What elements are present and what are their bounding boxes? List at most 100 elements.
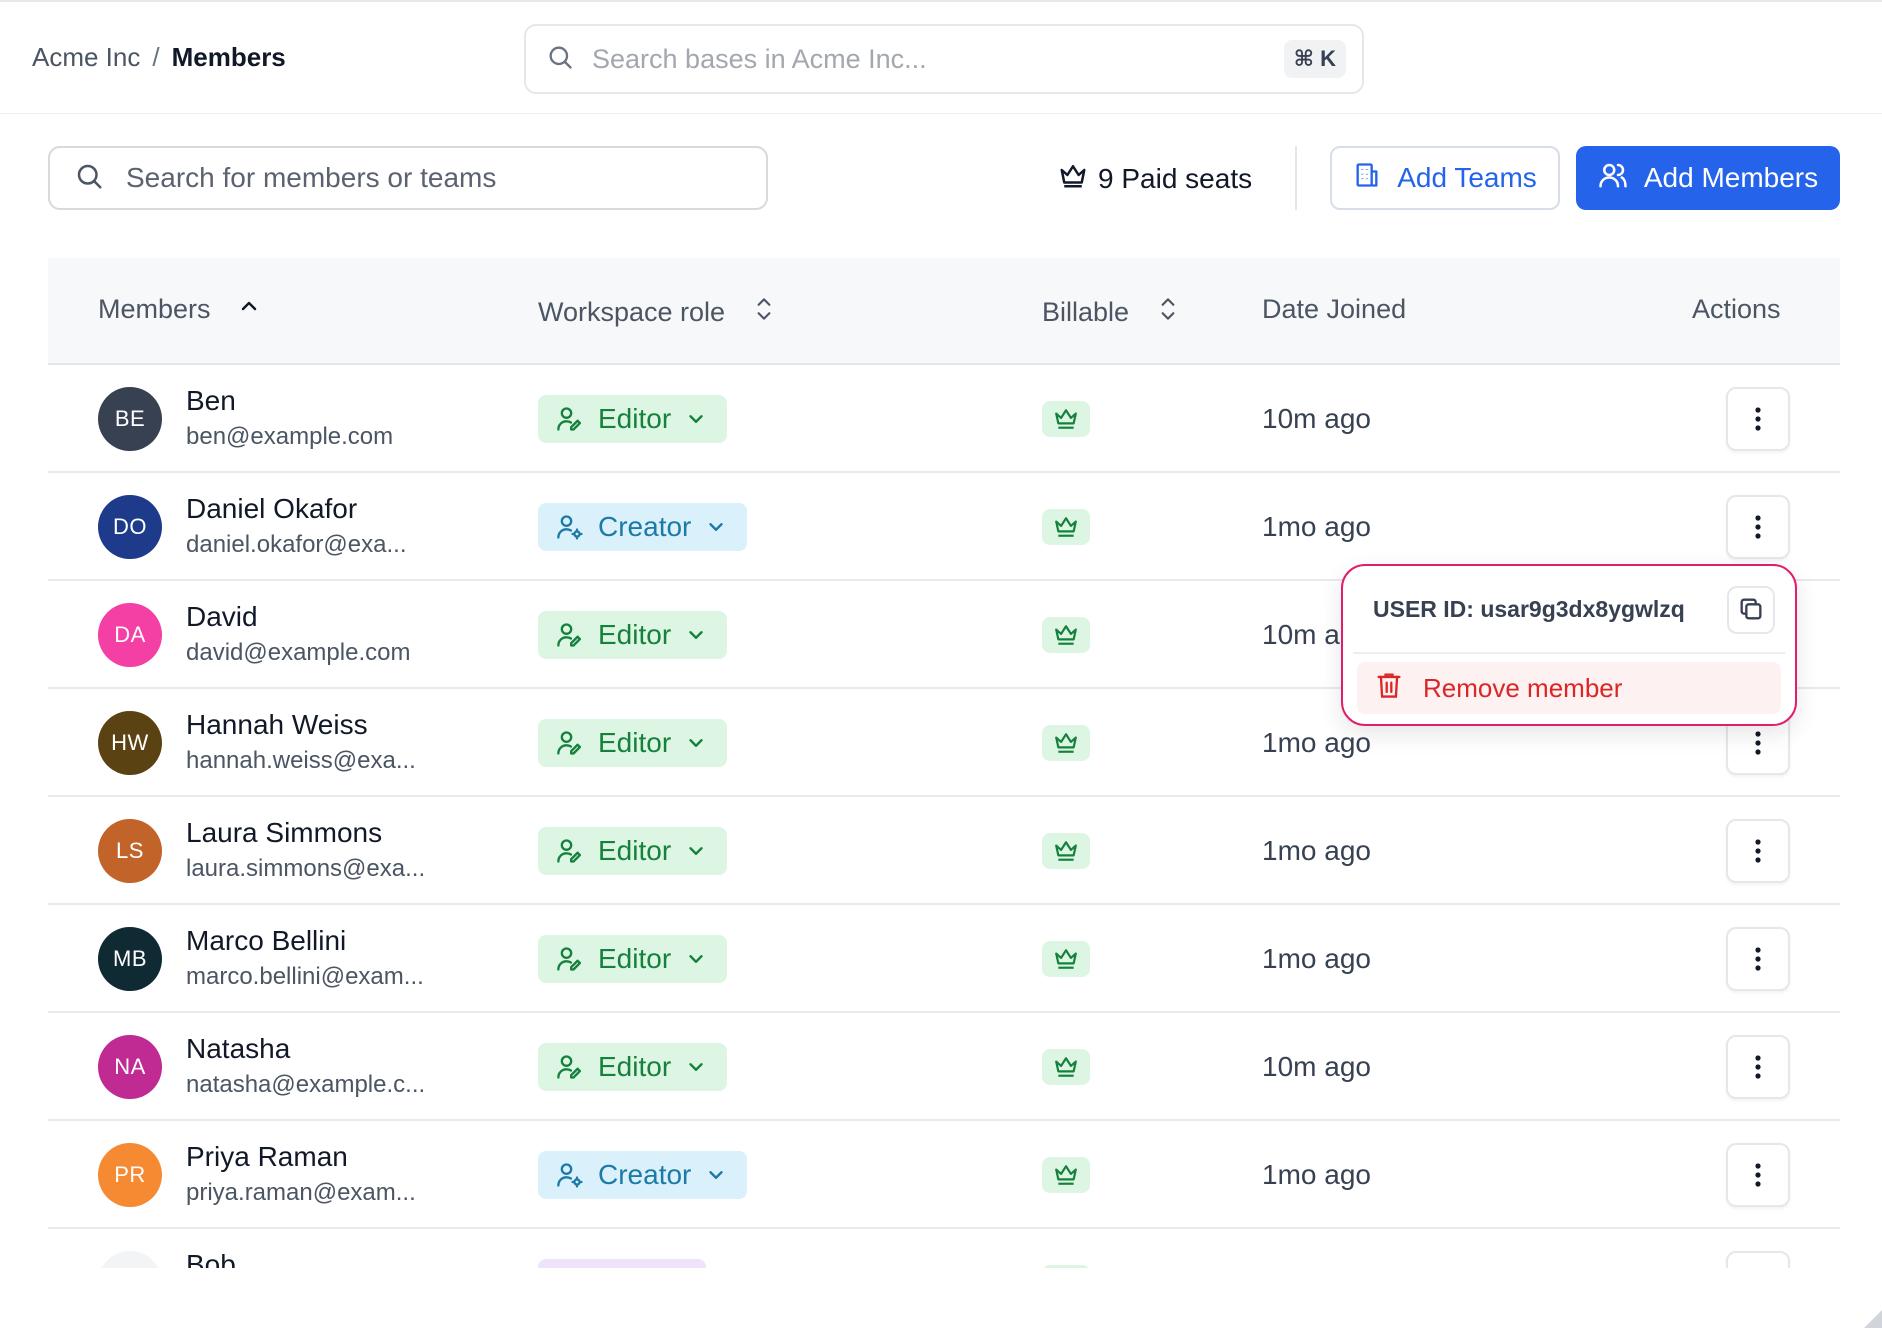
more-vertical-icon bbox=[1754, 1054, 1762, 1080]
chevron-down-icon bbox=[685, 948, 707, 970]
header-actions: Actions bbox=[1692, 294, 1781, 325]
avatar: HW bbox=[98, 711, 162, 775]
member-actions-button[interactable] bbox=[1726, 927, 1790, 991]
add-members-label: Add Members bbox=[1643, 162, 1819, 193]
remove-member-label: Remove member bbox=[1423, 672, 1623, 703]
crown-icon bbox=[1052, 1055, 1080, 1079]
member-search-box[interactable] bbox=[48, 146, 768, 210]
role-label: Editor bbox=[598, 943, 672, 974]
role-label: Creator bbox=[598, 511, 692, 542]
member-email: hannah.weiss@exa... bbox=[186, 747, 416, 774]
member-actions-button[interactable] bbox=[1726, 1035, 1790, 1099]
chevron-down-icon bbox=[685, 840, 707, 862]
role-label: Editor bbox=[598, 403, 672, 434]
date-joined: 1mo ago bbox=[1262, 943, 1371, 974]
member-email: david@example.com bbox=[186, 639, 411, 666]
role-dropdown[interactable]: Editor bbox=[538, 611, 728, 659]
crown-icon bbox=[1052, 407, 1080, 431]
role-dropdown[interactable]: Editor bbox=[538, 935, 728, 983]
chevron-down-icon bbox=[685, 1056, 707, 1078]
copy-user-id-button[interactable] bbox=[1727, 586, 1775, 634]
search-icon bbox=[546, 43, 574, 76]
member-actions-popup: USER ID: usar9g3dx8ygwlzq Remove member bbox=[1341, 564, 1797, 726]
role-label: Editor bbox=[598, 727, 672, 758]
avatar bbox=[98, 1251, 162, 1268]
member-email: daniel.okafor@exa... bbox=[186, 531, 407, 558]
date-joined: 10m a bbox=[1262, 619, 1340, 650]
member-name: David bbox=[186, 601, 258, 632]
avatar: BE bbox=[98, 387, 162, 451]
trash-icon bbox=[1375, 670, 1403, 707]
role-label: Creator bbox=[598, 1159, 692, 1190]
remove-member-menu-item[interactable]: Remove member bbox=[1357, 662, 1781, 714]
member-search-input[interactable] bbox=[126, 162, 766, 194]
role-dropdown[interactable] bbox=[538, 1259, 706, 1268]
chevrons-up-down-icon bbox=[751, 294, 777, 331]
more-vertical-icon bbox=[1754, 1162, 1762, 1188]
header-billable-label: Billable bbox=[1042, 297, 1130, 327]
users-icon bbox=[1598, 160, 1628, 197]
paid-seats-indicator: 9 Paid seats bbox=[1058, 160, 1252, 197]
crown-icon bbox=[1052, 947, 1080, 971]
role-dropdown[interactable]: Creator bbox=[538, 1151, 748, 1199]
avatar: DO bbox=[98, 495, 162, 559]
role-dropdown[interactable]: Creator bbox=[538, 503, 748, 551]
more-vertical-icon bbox=[1754, 730, 1762, 756]
crown-icon bbox=[1052, 1163, 1080, 1187]
user-pen-icon bbox=[556, 945, 584, 973]
member-actions-button[interactable] bbox=[1726, 1143, 1790, 1207]
add-members-button[interactable]: Add Members bbox=[1576, 146, 1840, 210]
billable-badge bbox=[1042, 617, 1090, 653]
shortcut-badge: ⌘ K bbox=[1283, 40, 1346, 78]
member-actions-button[interactable] bbox=[1726, 819, 1790, 883]
role-dropdown[interactable]: Editor bbox=[538, 827, 728, 875]
member-name: Marco Bellini bbox=[186, 925, 347, 956]
header-date-joined: Date Joined bbox=[1262, 294, 1406, 325]
top-bar: Acme Inc / Members ⌘ K bbox=[0, 0, 1882, 114]
toolbar-divider bbox=[1295, 146, 1297, 210]
table-row: NA Natasha natasha@example.c... Editor 10m a… bbox=[48, 1013, 1840, 1121]
global-search-input[interactable] bbox=[592, 43, 1284, 75]
crown-icon bbox=[1058, 160, 1088, 197]
avatar: NA bbox=[98, 1035, 162, 1099]
more-vertical-icon bbox=[1754, 406, 1762, 432]
role-dropdown[interactable]: Editor bbox=[538, 395, 728, 443]
members-table: Members Workspace role Billable Date Joi… bbox=[48, 258, 1840, 1268]
member-name: Natasha bbox=[186, 1033, 291, 1064]
user-cog-icon bbox=[556, 1161, 584, 1189]
header-members[interactable]: Members bbox=[98, 294, 261, 325]
window-resize-corner[interactable] bbox=[1864, 1310, 1882, 1328]
avatar: MB bbox=[98, 927, 162, 991]
chevron-down-icon bbox=[705, 1164, 727, 1186]
global-search-box[interactable]: ⌘ K bbox=[524, 24, 1364, 94]
more-vertical-icon bbox=[1754, 514, 1762, 540]
billable-badge bbox=[1042, 1049, 1090, 1085]
header-billable[interactable]: Billable bbox=[1042, 294, 1181, 331]
avatar: DA bbox=[98, 603, 162, 667]
billable-badge bbox=[1042, 1157, 1090, 1193]
member-email: laura.simmons@exa... bbox=[186, 855, 426, 882]
add-teams-label: Add Teams bbox=[1397, 162, 1537, 193]
billable-badge bbox=[1042, 941, 1090, 977]
date-joined: 1mo ago bbox=[1262, 835, 1371, 866]
table-row: PR Priya Raman priya.raman@exam... Creator 1… bbox=[48, 1121, 1840, 1229]
chevrons-up-down-icon bbox=[1155, 294, 1181, 331]
chevron-up-icon bbox=[237, 294, 261, 325]
header-workspace-role[interactable]: Workspace role bbox=[538, 294, 777, 331]
copy-icon bbox=[1737, 595, 1765, 626]
role-dropdown[interactable]: Editor bbox=[538, 1043, 728, 1091]
member-name: Laura Simmons bbox=[186, 817, 383, 848]
chevron-down-icon bbox=[685, 624, 707, 646]
member-actions-button[interactable] bbox=[1726, 1251, 1790, 1268]
add-teams-button[interactable]: Add Teams bbox=[1330, 146, 1560, 210]
date-joined: 1mo ago bbox=[1262, 1159, 1371, 1190]
breadcrumb-separator: / bbox=[152, 42, 160, 72]
table-body: BE Ben ben@example.com Editor 10m ago DO Danie… bbox=[48, 365, 1840, 1268]
breadcrumb-org-link[interactable]: Acme Inc bbox=[32, 42, 140, 73]
member-actions-button[interactable] bbox=[1726, 387, 1790, 451]
member-actions-button[interactable] bbox=[1726, 495, 1790, 559]
search-icon bbox=[74, 161, 104, 196]
role-label: Editor bbox=[598, 835, 672, 866]
popup-divider bbox=[1353, 652, 1785, 654]
role-dropdown[interactable]: Editor bbox=[538, 719, 728, 767]
